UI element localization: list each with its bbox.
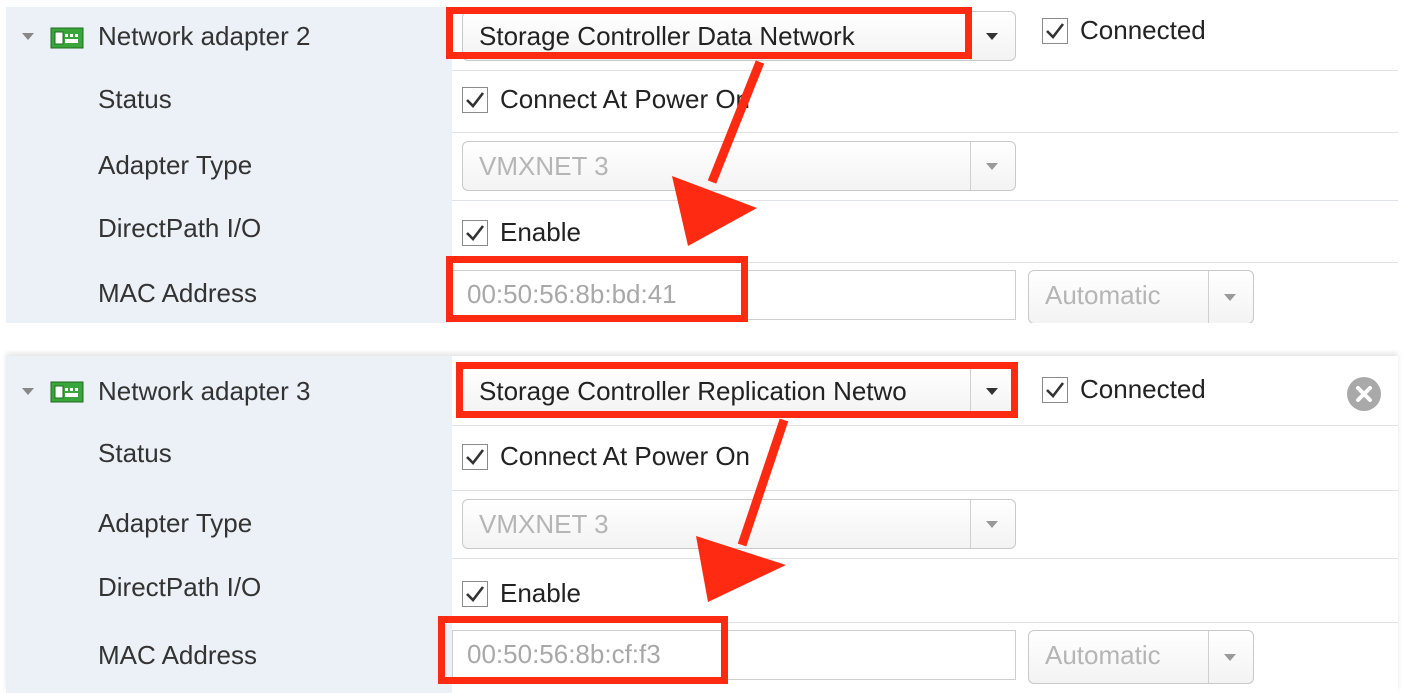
checkmark-icon[interactable] [1042,17,1068,44]
network-card-icon [50,27,84,49]
chevron-down-icon[interactable] [970,500,1015,548]
checkmark-icon[interactable] [462,86,488,113]
directpath-enable-checkbox[interactable]: Enable [462,217,581,248]
chevron-down-icon[interactable] [1208,271,1253,323]
label-cell: Network adapter 2 [6,7,452,70]
label-cell: MAC Address [6,262,452,323]
label-cell: Adapter Type [6,132,452,200]
directpath-label: DirectPath I/O [98,572,262,602]
adapter-title: Network adapter 2 [98,21,311,51]
mac-mode-value: Automatic [1045,280,1161,310]
checkmark-icon[interactable] [1042,376,1068,403]
mac-mode-value: Automatic [1045,640,1161,670]
adapter-title: Network adapter 3 [98,376,311,406]
connect-at-power-on-label: Connect At Power On [500,84,751,114]
triangle-down-icon[interactable] [22,33,34,40]
connected-checkbox[interactable]: Connected [1042,15,1206,46]
adapter-type-label: Adapter Type [98,508,253,538]
mac-address-label: MAC Address [98,278,257,308]
enable-label: Enable [500,578,581,608]
status-label: Status [98,84,172,114]
triangle-down-icon[interactable] [22,388,34,395]
label-cell: Network adapter 3 [6,356,452,425]
adapter-type-row: Adapter Type VMXNET 3 [6,132,1398,201]
adapter-type-select[interactable]: VMXNET 3 [462,499,1016,549]
connect-at-power-on-checkbox[interactable]: Connect At Power On [462,84,750,115]
chevron-down-icon[interactable] [970,142,1015,190]
directpath-row: DirectPath I/O Enable [6,200,1398,263]
directpath-row: DirectPath I/O Enable [6,558,1398,623]
mac-mode-select[interactable]: Automatic [1028,270,1254,323]
label-cell: Status [6,425,452,490]
connected-label: Connected [1080,15,1206,45]
directpath-label: DirectPath I/O [98,213,262,243]
chevron-down-icon[interactable] [970,12,1015,60]
checkmark-icon[interactable] [462,219,488,246]
connect-at-power-on-checkbox[interactable]: Connect At Power On [462,441,750,472]
adapter-type-value: VMXNET 3 [479,509,609,539]
checkmark-icon[interactable] [462,443,488,470]
enable-label: Enable [500,217,581,247]
label-cell: Status [6,70,452,132]
checkmark-icon[interactable] [462,580,488,607]
close-circle-icon[interactable] [1347,377,1381,411]
directpath-enable-checkbox[interactable]: Enable [462,578,581,609]
adapter-type-label: Adapter Type [98,150,253,180]
status-row: Status Connect At Power On [6,425,1398,491]
connected-label: Connected [1080,374,1206,404]
connected-checkbox[interactable]: Connected [1042,374,1206,405]
mac-address-highlight [438,616,728,684]
label-cell: DirectPath I/O [6,558,452,622]
mac-address-label: MAC Address [98,640,257,670]
network-select-highlight [456,362,1018,418]
network-card-icon [50,381,84,403]
adapter-type-select[interactable]: VMXNET 3 [462,141,1016,191]
label-cell: DirectPath I/O [6,200,452,262]
label-cell: Adapter Type [6,490,452,558]
status-row: Status Connect At Power On [6,70,1398,133]
status-label: Status [98,438,172,468]
connect-at-power-on-label: Connect At Power On [500,441,751,471]
chevron-down-icon[interactable] [1208,631,1253,683]
network-select-highlight [446,7,972,59]
adapter-type-row: Adapter Type VMXNET 3 [6,490,1398,559]
label-cell: MAC Address [6,622,452,693]
mac-mode-select[interactable]: Automatic [1028,630,1254,684]
mac-address-highlight [446,256,748,322]
adapter-type-value: VMXNET 3 [479,151,609,181]
